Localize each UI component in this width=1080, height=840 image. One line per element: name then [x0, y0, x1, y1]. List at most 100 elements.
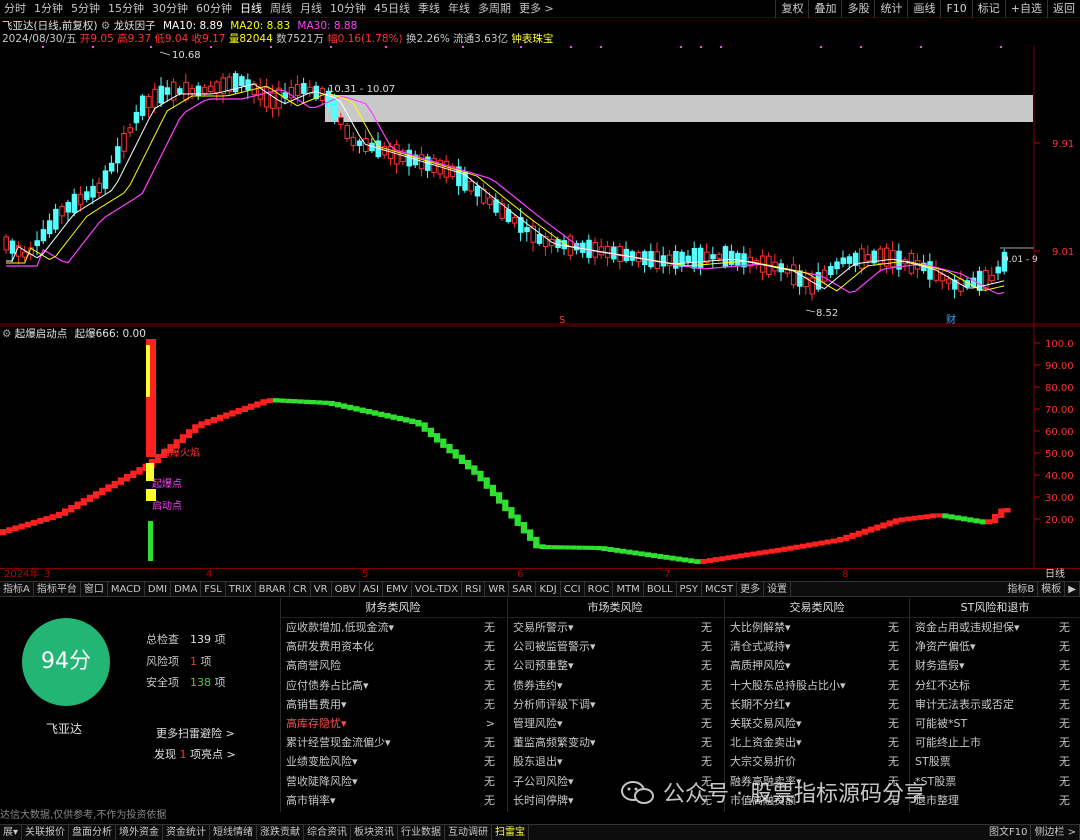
indicator-tab[interactable]: SAR — [509, 582, 537, 596]
risk-row[interactable]: 高销售费用▾ 无 — [281, 695, 505, 714]
risk-row[interactable]: 业绩变脸风险▾ 无 — [281, 752, 505, 771]
risk-row[interactable]: 应付债券占比高▾ 无 — [281, 676, 505, 695]
chart-action-button[interactable]: 多股 — [841, 0, 874, 18]
indicator-chart[interactable]: 100.0 90.00 80.00 70.00 60.00 50.00 40.00 30.00… — [0, 325, 1080, 568]
highlights-link[interactable]: 发现 1 项亮点 > — [154, 746, 236, 762]
bottom-tab[interactable]: 综合资讯 — [304, 825, 352, 840]
risk-row[interactable]: 北上资金卖出▾ 无 — [725, 733, 909, 752]
chart-action-button[interactable]: 复权 — [775, 0, 808, 18]
indicator-tab[interactable]: DMA — [171, 582, 202, 596]
bottom-tab[interactable]: 境外资金 — [116, 825, 164, 840]
period-tab[interactable]: 30分钟 — [148, 0, 192, 18]
risk-row[interactable]: 关联交易风险▾ 无 — [725, 714, 909, 733]
indicator-tab[interactable]: CCI — [561, 582, 585, 596]
indicator-tab[interactable]: EMV — [383, 582, 412, 596]
indicator-tab[interactable]: MACD — [108, 582, 145, 596]
bottom-tab[interactable]: 资金统计 — [163, 825, 211, 840]
indicator-tab[interactable]: 指标A — [0, 582, 34, 596]
risk-row[interactable]: ST股票 无 — [910, 752, 1080, 771]
indicator-tab[interactable]: OBV — [332, 582, 360, 596]
indicator-tab[interactable]: WR — [485, 582, 510, 596]
bottom-tab[interactable]: 盘面分析 — [69, 825, 117, 840]
risk-row[interactable]: 资金占用或违规担保▾ 无 — [910, 618, 1080, 637]
indicator-tab[interactable]: ASI — [360, 582, 383, 596]
risk-row[interactable]: 高库存隐忧▾ > — [281, 714, 505, 733]
indicator-tab[interactable]: ROC — [585, 582, 614, 596]
risk-row[interactable]: 高市销率▾ 无 — [281, 791, 505, 810]
indicator-tab[interactable]: KDJ — [536, 582, 561, 596]
bottom-tab[interactable]: 展▾ — [0, 825, 23, 840]
period-tab[interactable]: 10分钟 — [326, 0, 370, 18]
indicator-name[interactable]: 龙妖因子 — [114, 20, 156, 32]
chart-action-button[interactable]: +自选 — [1004, 0, 1047, 18]
bottom-right-tab[interactable]: 侧边栏 > — [1031, 825, 1080, 840]
bottom-tab[interactable]: 关联报价 — [22, 825, 70, 840]
indicator-tab[interactable]: 设置 — [764, 582, 792, 596]
indicator-tab[interactable]: BOLL — [644, 582, 677, 596]
risk-row[interactable]: 大宗交易折价 无 — [725, 752, 909, 771]
risk-row[interactable]: 董监高频繁变动▾ 无 — [508, 733, 722, 752]
risk-row[interactable]: 高研发费用资本化 无 — [281, 637, 505, 656]
period-tab[interactable]: 年线 — [444, 0, 474, 18]
indicator-tab[interactable]: DMI — [145, 582, 172, 596]
risk-row[interactable]: 长期不分红▾ 无 — [725, 695, 909, 714]
risk-row[interactable]: 分析师评级下调▾ 无 — [508, 695, 722, 714]
indicator-tab[interactable]: BRAR — [256, 582, 290, 596]
risk-row[interactable]: 高质押风险▾ 无 — [725, 656, 909, 675]
period-tab[interactable]: 日线 — [236, 0, 266, 18]
risk-row[interactable]: 交易所警示▾ 无 — [508, 618, 722, 637]
bottom-tab[interactable]: 涨跌贡献 — [257, 825, 305, 840]
risk-row[interactable]: 退市整理无 — [910, 791, 1080, 810]
risk-row[interactable]: 可能被*ST 无 — [910, 714, 1080, 733]
indicator-tab[interactable]: VOL-TDX — [412, 582, 463, 596]
indicator-tab[interactable]: RSI — [462, 582, 486, 596]
period-tab[interactable]: 月线 — [296, 0, 326, 18]
chart-action-button[interactable]: 统计 — [874, 0, 907, 18]
indicator-tab[interactable]: VR — [311, 582, 332, 596]
bottom-tab[interactable]: 扫雷宝 — [492, 825, 530, 840]
chart-action-button[interactable]: F10 — [940, 0, 971, 18]
chart-action-button[interactable]: 标记 — [971, 0, 1005, 18]
period-tab[interactable]: 5分钟 — [67, 0, 104, 18]
sub-indicator-name[interactable]: 起爆启动点 — [15, 328, 68, 340]
bottom-right-tab[interactable]: 图文F10 — [986, 825, 1032, 840]
risk-row[interactable]: 管理风险▾ 无 — [508, 714, 722, 733]
period-tab[interactable]: 周线 — [266, 0, 296, 18]
period-tab[interactable]: 15分钟 — [104, 0, 148, 18]
risk-row[interactable]: 审计无法表示或否定 无 — [910, 695, 1080, 714]
risk-row[interactable]: 累计经营现金流偏少▾ 无 — [281, 733, 505, 752]
risk-row[interactable]: 清仓式减持▾ 无 — [725, 637, 909, 656]
period-tab[interactable]: 多周期 — [474, 0, 515, 18]
risk-row[interactable]: 高商誉风险 无 — [281, 656, 505, 675]
risk-row[interactable]: 公司被监管警示▾ 无 — [508, 637, 722, 656]
indicator-tab-right[interactable]: ▶ — [1065, 582, 1080, 597]
period-indicator[interactable]: 日线 — [1045, 569, 1065, 581]
settings-icon[interactable]: ⚙ — [2, 328, 11, 340]
indicator-tab[interactable]: TRIX — [226, 582, 256, 596]
bottom-tab[interactable]: 互动调研 — [445, 825, 493, 840]
risk-row[interactable]: 股东退出▾ 无 — [508, 752, 722, 771]
chart-action-button[interactable]: 返回 — [1047, 0, 1080, 18]
settings-icon[interactable]: ⚙ — [101, 20, 110, 32]
more-scan-link[interactable]: 更多扫雷避险 > — [156, 725, 235, 741]
candlestick-chart[interactable]: 9.91 9.01 10.68 10.31 - 10.07 8.52 9.01 … — [0, 46, 1080, 325]
risk-row[interactable]: 可能终止上市 无 — [910, 733, 1080, 752]
period-tab[interactable]: 分时 — [0, 0, 30, 18]
bottom-tab[interactable]: 行业数据 — [398, 825, 446, 840]
risk-row[interactable]: 分红不达标 无 — [910, 676, 1080, 695]
risk-row[interactable]: 净资产偏低▾ 无 — [910, 637, 1080, 656]
indicator-tab[interactable]: MCST — [702, 582, 738, 596]
indicator-tab[interactable]: FSL — [201, 582, 226, 596]
risk-row[interactable]: 财务造假▾ 无 — [910, 656, 1080, 675]
quote-industry[interactable]: 钟表珠宝 — [511, 33, 553, 45]
risk-row[interactable]: 营收陡降风险▾ 无 — [281, 772, 505, 791]
chart-action-button[interactable]: 画线 — [907, 0, 940, 18]
period-tab[interactable]: 45日线 — [370, 0, 414, 18]
period-tab[interactable]: 更多 > — [515, 0, 558, 18]
indicator-tab[interactable]: PSY — [677, 582, 703, 596]
indicator-tab[interactable]: 窗口 — [81, 582, 108, 596]
chart-action-button[interactable]: 叠加 — [808, 0, 841, 18]
risk-row[interactable]: *ST股票无 — [910, 772, 1080, 791]
risk-row[interactable]: 债券违约▾ 无 — [508, 676, 722, 695]
indicator-tab[interactable]: MTM — [613, 582, 644, 596]
